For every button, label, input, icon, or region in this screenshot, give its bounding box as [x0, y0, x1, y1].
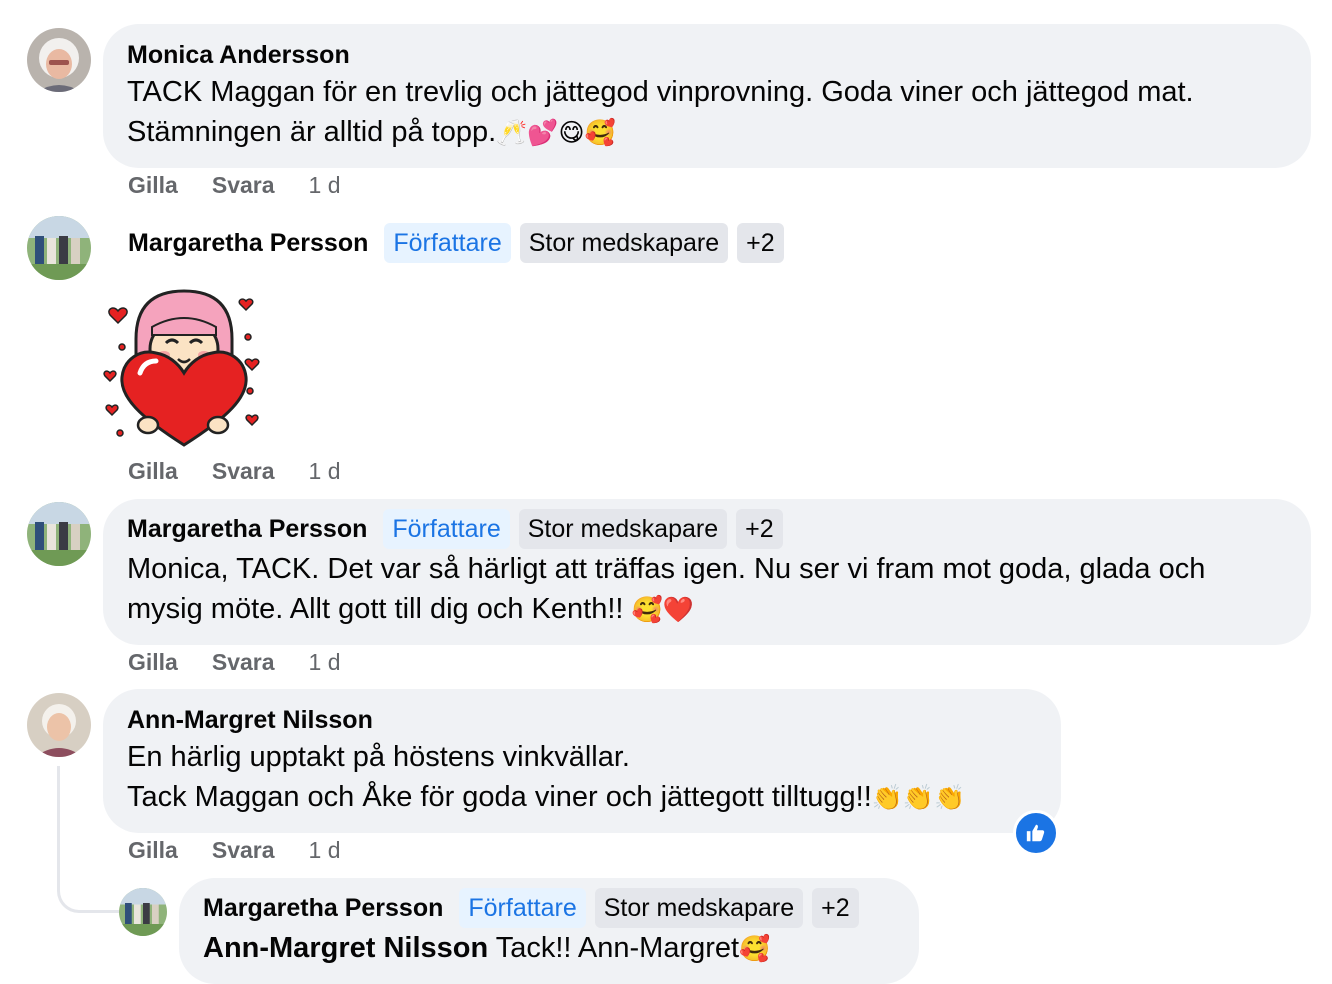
- like-reaction-icon[interactable]: [1013, 810, 1059, 856]
- avatar-ann-margret-nilsson[interactable]: [27, 693, 91, 757]
- like-button[interactable]: Gilla: [128, 172, 178, 199]
- comment-bubble: Ann-Margret Nilsson En härlig upptakt på…: [103, 689, 1061, 833]
- top-contributor-badge[interactable]: Stor medskapare: [518, 509, 728, 549]
- comment-actions: Gilla Svara 1 d: [128, 837, 341, 864]
- comment-text-line: mysig möte. Allt gott till dig och Kenth…: [127, 589, 1287, 630]
- comment-bubble: Margaretha Persson Författare Stor medsk…: [103, 499, 1311, 645]
- avatar-monica-andersson[interactable]: [27, 28, 91, 92]
- comment-author[interactable]: Monica Andersson: [127, 38, 1287, 72]
- author-badge[interactable]: Författare: [384, 223, 511, 263]
- timestamp[interactable]: 1 d: [309, 458, 341, 485]
- author-badge[interactable]: Författare: [459, 888, 586, 928]
- emoji-group: 🥂💕😋🥰: [496, 118, 616, 147]
- timestamp[interactable]: 1 d: [309, 837, 341, 864]
- avatar-margaretha-persson[interactable]: [27, 216, 91, 280]
- like-button[interactable]: Gilla: [128, 458, 178, 485]
- comment-author[interactable]: Margaretha Persson: [128, 226, 368, 260]
- comment-actions: Gilla Svara 1 d: [128, 649, 341, 676]
- comment-text: Tack!! Ann-Margret: [488, 932, 740, 964]
- reply-button[interactable]: Svara: [212, 172, 275, 199]
- reply-button[interactable]: Svara: [212, 837, 275, 864]
- timestamp[interactable]: 1 d: [309, 649, 341, 676]
- comment-text-line: En härlig upptakt på höstens vinkvällar.: [127, 741, 630, 773]
- emoji-group: 🥰: [739, 934, 771, 963]
- comment-header: Margaretha Persson Författare Stor medsk…: [203, 888, 895, 928]
- top-contributor-badge[interactable]: Stor medskapare: [519, 223, 729, 263]
- comment-text-line: Monica, TACK. Det var så härligt att trä…: [127, 553, 1206, 585]
- reply-text: Ann-Margret Nilsson Tack!! Ann-Margret🥰: [203, 928, 895, 969]
- comment-author[interactable]: Margaretha Persson: [203, 891, 443, 925]
- more-badges[interactable]: +2: [812, 888, 859, 928]
- comment-bubble: Monica Andersson TACK Maggan för en trev…: [103, 24, 1311, 168]
- more-badges[interactable]: +2: [736, 509, 783, 549]
- author-badge[interactable]: Författare: [383, 509, 510, 549]
- comment-text-line: TACK Maggan för en trevlig och jättegod …: [127, 76, 1194, 108]
- more-badges[interactable]: +2: [737, 223, 784, 263]
- comment-text: Stämningen är alltid på topp.: [127, 116, 497, 148]
- comment-actions: Gilla Svara 1 d: [128, 458, 341, 485]
- avatar-margaretha-persson[interactable]: [27, 502, 91, 566]
- comment-actions: Gilla Svara 1 d: [128, 172, 341, 199]
- top-contributor-badge[interactable]: Stor medskapare: [594, 888, 804, 928]
- comment-author[interactable]: Margaretha Persson: [127, 512, 367, 546]
- like-button[interactable]: Gilla: [128, 649, 178, 676]
- comment-text: Tack Maggan och Åke för goda viner och j…: [127, 781, 872, 813]
- emoji-group: 👏👏👏: [871, 783, 966, 812]
- comment-author[interactable]: Ann-Margret Nilsson: [127, 703, 1037, 737]
- comment-text: mysig möte. Allt gott till dig och Kenth…: [127, 593, 632, 625]
- comment-text-line: Tack Maggan och Åke för goda viner och j…: [127, 777, 1037, 818]
- like-button[interactable]: Gilla: [128, 837, 178, 864]
- girl-holding-heart-sticker[interactable]: [100, 287, 268, 451]
- comment-header: Margaretha Persson Författare Stor medsk…: [128, 223, 793, 263]
- comment-header: Margaretha Persson Författare Stor medsk…: [127, 509, 1287, 549]
- mention-link[interactable]: Ann-Margret Nilsson: [203, 932, 488, 964]
- comment-text-line: Stämningen är alltid på topp.🥂💕😋🥰: [127, 112, 1287, 153]
- avatar-margaretha-persson[interactable]: [119, 888, 167, 936]
- reply-button[interactable]: Svara: [212, 458, 275, 485]
- emoji-group: 🥰❤️: [631, 595, 694, 624]
- timestamp[interactable]: 1 d: [309, 172, 341, 199]
- reply-button[interactable]: Svara: [212, 649, 275, 676]
- reply-bubble: Margaretha Persson Författare Stor medsk…: [179, 878, 919, 984]
